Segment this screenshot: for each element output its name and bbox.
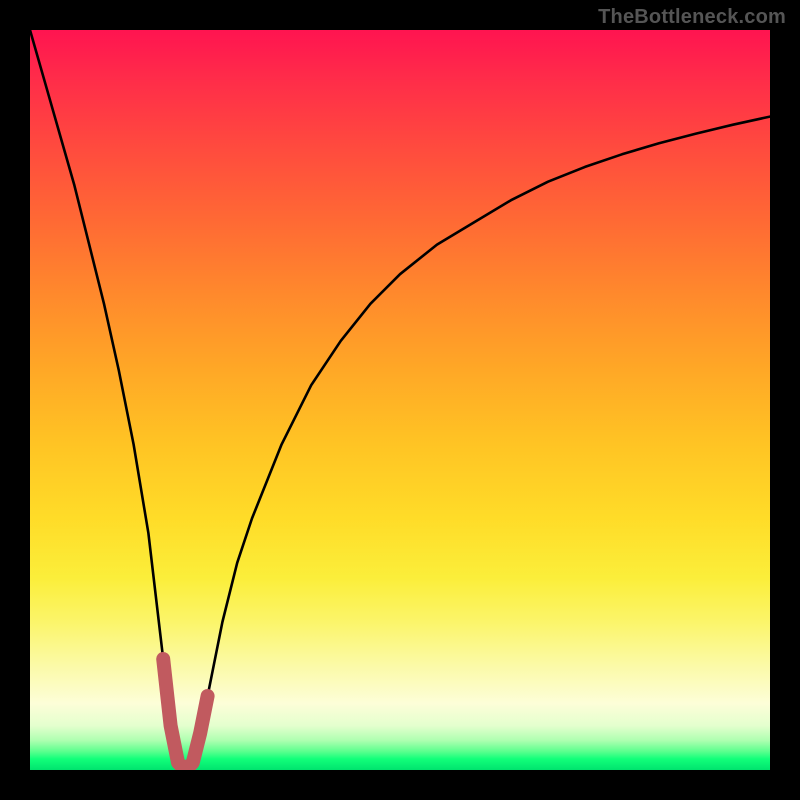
chart-frame: TheBottleneck.com — [0, 0, 800, 800]
curve-layer — [30, 30, 770, 770]
plot-area — [30, 30, 770, 770]
bottleneck-curve — [30, 30, 770, 770]
trough-highlight — [163, 659, 207, 770]
watermark-text: TheBottleneck.com — [598, 6, 786, 29]
